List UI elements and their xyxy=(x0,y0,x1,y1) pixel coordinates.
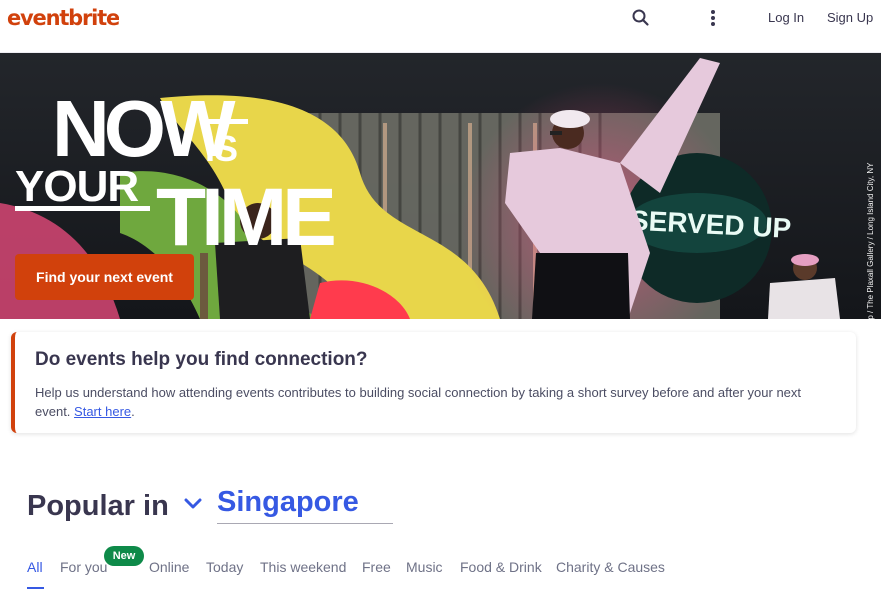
tab-free[interactable]: Free xyxy=(362,559,391,575)
tab-today[interactable]: Today xyxy=(206,559,243,575)
top-nav-bar: eventbrite Log In Sign Up xyxy=(0,0,881,53)
survey-text: Help us understand how attending events … xyxy=(35,383,835,421)
survey-period: . xyxy=(131,404,135,419)
headline-time: TIME xyxy=(156,172,334,263)
more-options-button[interactable] xyxy=(704,5,722,31)
tab-food-drink[interactable]: Food & Drink xyxy=(460,559,542,575)
location-dropdown-toggle[interactable] xyxy=(181,492,205,516)
location-input[interactable]: Singapore xyxy=(217,486,393,524)
hero-banner: SERVED UP NOW IS YOUR TIME Served Up / T… xyxy=(0,53,881,319)
tab-for-you[interactable]: For you xyxy=(60,559,107,575)
search-icon xyxy=(632,9,649,26)
headline-is: IS xyxy=(205,128,237,169)
new-badge: New xyxy=(104,546,144,566)
headline-your: YOUR xyxy=(15,162,138,211)
active-tab-indicator xyxy=(27,587,44,589)
more-vertical-icon xyxy=(711,10,715,26)
tab-music[interactable]: Music xyxy=(406,559,443,575)
login-link[interactable]: Log In xyxy=(768,10,804,25)
svg-text:eventbrite: eventbrite xyxy=(7,6,119,30)
survey-title: Do events help you find connection? xyxy=(35,349,368,370)
eventbrite-logo[interactable]: eventbrite xyxy=(7,4,121,40)
search-button[interactable] xyxy=(628,5,654,31)
survey-card: Do events help you find connection? Help… xyxy=(11,332,856,433)
survey-body: Help us understand how attending events … xyxy=(35,385,802,419)
signup-link[interactable]: Sign Up xyxy=(827,10,873,25)
tab-charity-causes[interactable]: Charity & Causes xyxy=(556,559,665,575)
eventbrite-wordmark: eventbrite xyxy=(7,6,121,30)
find-next-event-button[interactable]: Find your next event xyxy=(15,254,194,300)
chevron-down-icon xyxy=(184,498,202,509)
tab-this-weekend[interactable]: This weekend xyxy=(260,559,346,575)
photo-credit: Served Up / The Plaxall Gallery / Long I… xyxy=(866,162,875,319)
tab-online[interactable]: Online xyxy=(149,559,189,575)
start-here-link[interactable]: Start here xyxy=(74,404,131,419)
tab-all[interactable]: All xyxy=(27,559,43,575)
popular-in-label: Popular in xyxy=(27,490,169,522)
